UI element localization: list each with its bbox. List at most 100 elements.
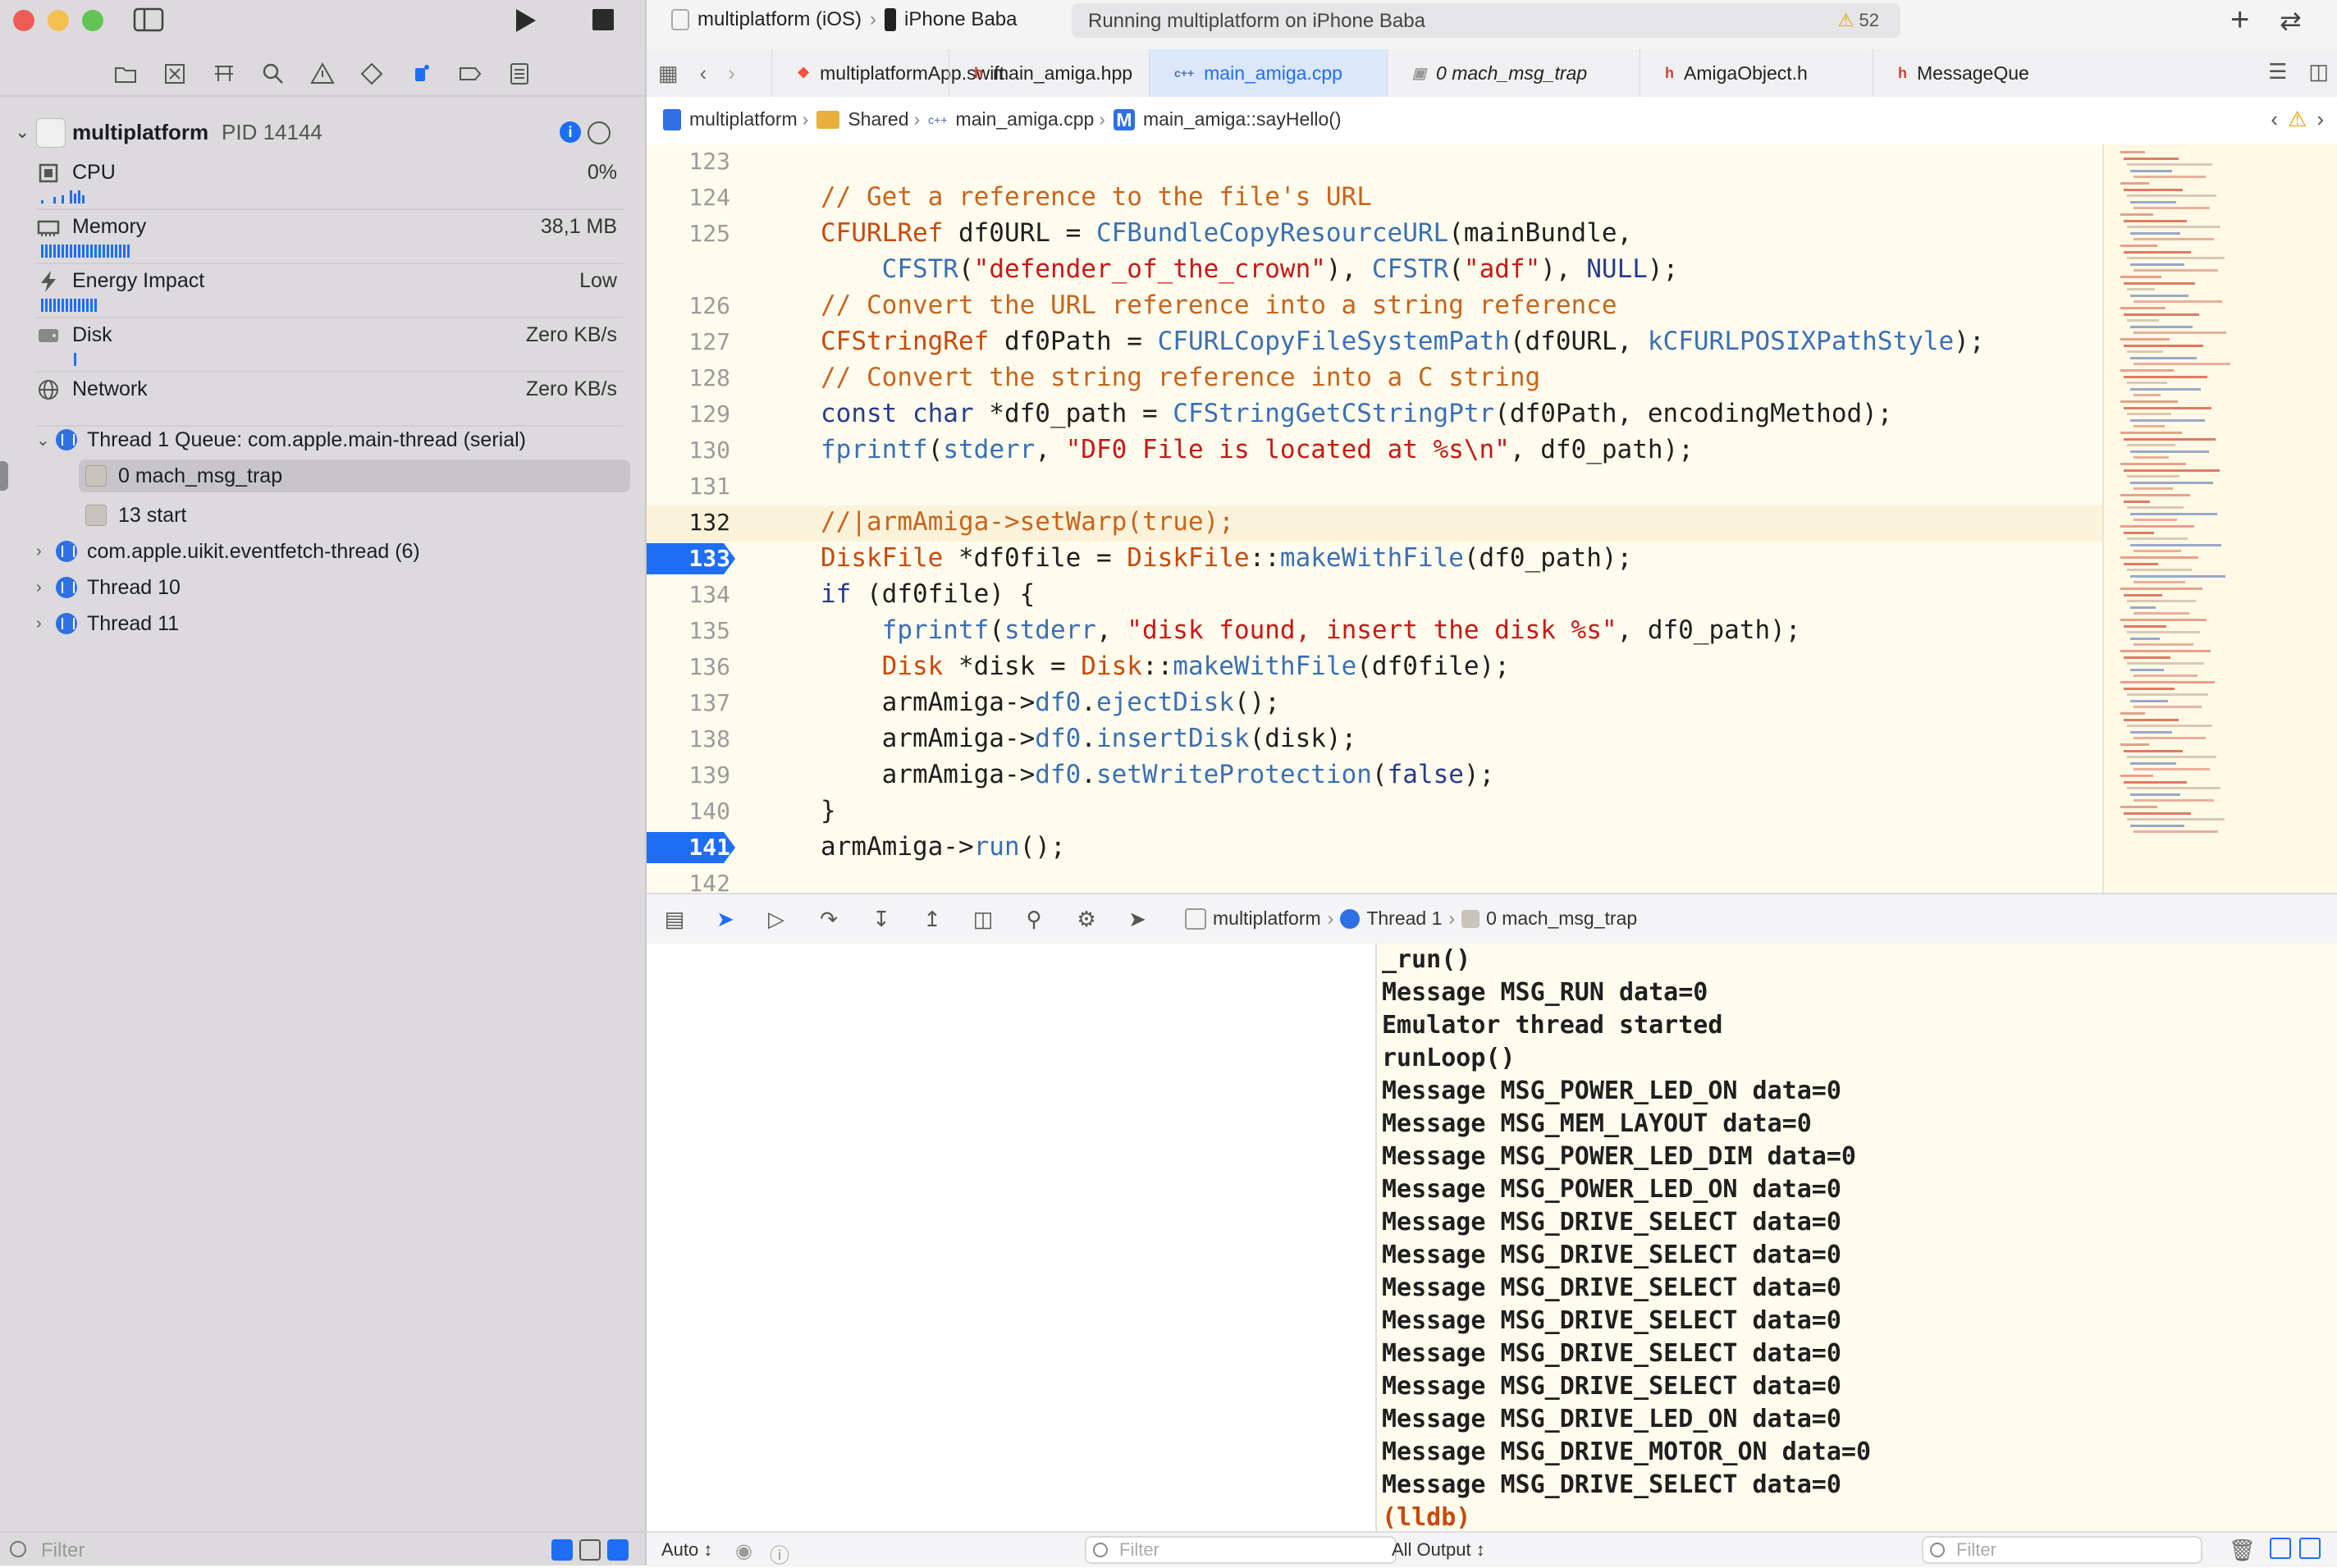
tab-multiplatformapp-swift[interactable]: ❖ multiplatformApp.swift: [771, 49, 1004, 97]
eye-icon[interactable]: ◉: [735, 1539, 752, 1563]
previous-issue-icon[interactable]: ‹: [2271, 107, 2278, 132]
stack-frame[interactable]: 13 start: [85, 499, 186, 532]
project-navigator-icon[interactable]: [108, 57, 143, 90]
breadcrumb-group[interactable]: Shared: [848, 108, 908, 130]
issue-navigator-icon[interactable]: [305, 57, 340, 90]
back-icon[interactable]: ‹: [700, 61, 707, 86]
trash-icon[interactable]: 🗑: [2229, 1538, 2256, 1563]
hide-debug-area-icon[interactable]: ▤: [663, 907, 686, 930]
next-issue-icon[interactable]: ›: [2316, 107, 2324, 132]
debug-navigator-icon[interactable]: [404, 57, 438, 90]
process-row[interactable]: ⌄ multiplatform PID 14144 i: [0, 115, 645, 151]
output-scope-select[interactable]: All Output ↕: [1392, 1539, 1485, 1561]
lldb-prompt[interactable]: (lldb): [1377, 1502, 2337, 1531]
minimap-line: [2130, 668, 2164, 671]
minimap-line: [2130, 263, 2184, 266]
step-into-icon[interactable]: ↧: [870, 907, 893, 930]
source-control-navigator-icon[interactable]: [158, 57, 192, 90]
console-filter-input[interactable]: Filter: [1922, 1536, 2202, 1564]
simulate-location-icon[interactable]: ➤: [1126, 907, 1149, 930]
zoom-window-button[interactable]: [82, 10, 103, 31]
line-number: 137: [688, 689, 730, 716]
debug-breadcrumb[interactable]: multiplatform › Thread 1 › 0 mach_msg_tr…: [1185, 907, 1637, 930]
thread-row-eventfetch[interactable]: › com.apple.uikit.eventfetch-thread (6): [36, 535, 420, 568]
warnings-badge[interactable]: ⚠ 52: [1838, 10, 1879, 31]
breadcrumb-method[interactable]: main_amiga::sayHello(): [1143, 108, 1342, 130]
jump-bar-path[interactable]: multiplatform › Shared › c++ main_amiga.…: [663, 108, 1342, 130]
info-icon[interactable]: ⓘ: [770, 1539, 789, 1568]
library-add-icon[interactable]: +: [2230, 2, 2249, 39]
info-icon[interactable]: i: [560, 121, 581, 143]
variables-view[interactable]: [647, 944, 1377, 1531]
debug-process[interactable]: multiplatform: [1213, 907, 1321, 930]
thread-filter-icon[interactable]: [579, 1539, 601, 1561]
variables-scope-select[interactable]: Auto ↕: [661, 1539, 712, 1561]
related-items-icon[interactable]: ▦: [658, 61, 679, 86]
view-hierarchy-icon[interactable]: ◫: [972, 907, 995, 930]
report-navigator-icon[interactable]: [502, 57, 537, 90]
activity-view[interactable]: Running multiplatform on iPhone Baba ⚠ 5…: [1072, 3, 1900, 38]
stop-icon[interactable]: [592, 9, 614, 30]
console-output[interactable]: _run() Message MSG_RUN data=0 Emulator thr…: [1377, 944, 2337, 1531]
tab-main-amiga-cpp[interactable]: c++ main_amiga.cpp: [1149, 49, 1387, 97]
chevron-right-icon[interactable]: ›: [36, 542, 56, 561]
source-editor[interactable]: 123 124 // Get a reference to the file's …: [647, 144, 2104, 893]
close-window-button[interactable]: [13, 10, 34, 31]
chevron-down-icon[interactable]: ⌄: [15, 121, 30, 143]
memory-graph-icon[interactable]: ⚲: [1022, 907, 1045, 930]
navigator-filter[interactable]: Filter: [0, 1531, 645, 1567]
breakpoint-navigator-icon[interactable]: [453, 57, 487, 90]
thread-row-1[interactable]: ⌄ Thread 1 Queue: com.apple.main-thread …: [36, 423, 526, 456]
gauge-network[interactable]: Network Zero KB/s: [36, 371, 624, 427]
thread-row-11[interactable]: › Thread 11: [36, 607, 179, 640]
step-out-icon[interactable]: ↥: [921, 907, 944, 930]
navigator-tab-bar: [0, 53, 645, 97]
debug-frame[interactable]: 0 mach_msg_trap: [1486, 907, 1637, 930]
gauge-memory[interactable]: Memory 38,1 MB: [36, 208, 624, 264]
tab-main-amiga-hpp[interactable]: h main_amiga.hpp: [949, 49, 1149, 97]
gauge-energy[interactable]: Energy Impact Low: [36, 263, 624, 318]
breadcrumb-project[interactable]: multiplatform: [689, 108, 798, 130]
minimize-window-button[interactable]: [48, 10, 69, 31]
find-navigator-icon[interactable]: [256, 57, 290, 90]
environment-overrides-icon[interactable]: ⚙: [1075, 907, 1098, 930]
chevron-right-icon: ›: [870, 8, 877, 30]
tab-messagequeue[interactable]: h MessageQue: [1873, 49, 2037, 97]
forward-icon[interactable]: ›: [728, 61, 735, 86]
frames-filter-icon[interactable]: [607, 1539, 629, 1561]
sidebar-toggle-icon[interactable]: [133, 7, 164, 33]
chevron-right-icon[interactable]: ›: [36, 615, 56, 633]
warning-icon[interactable]: ⚠: [2288, 107, 2307, 132]
code-line: 125 CFURLRef df0URL = CFBundleCopyResourc…: [647, 217, 2104, 253]
symbol-navigator-icon[interactable]: [207, 57, 241, 90]
gauge-disk[interactable]: Disk Zero KB/s: [36, 317, 624, 373]
minimap-line: [2120, 712, 2145, 715]
continue-icon[interactable]: ▷: [765, 907, 788, 930]
minimap-line: [2124, 500, 2150, 503]
test-navigator-icon[interactable]: [354, 57, 389, 90]
debug-thread[interactable]: Thread 1: [1366, 907, 1442, 930]
show-console-icon[interactable]: [2299, 1538, 2321, 1559]
chevron-right-icon[interactable]: ›: [36, 578, 56, 597]
editor-options-icon[interactable]: ☰: [2268, 59, 2287, 85]
breakpoints-toggle-icon[interactable]: ➤: [714, 907, 737, 930]
frame-icon: [85, 505, 107, 526]
stack-frame-selected[interactable]: 0 mach_msg_trap: [79, 459, 630, 492]
variables-filter-input[interactable]: Filter: [1085, 1536, 1397, 1564]
tab-mach-msg-trap[interactable]: ▣ 0 mach_msg_trap: [1387, 49, 1640, 97]
gauge-options-icon[interactable]: [588, 121, 611, 144]
chevron-down-icon[interactable]: ⌄: [36, 430, 56, 450]
crashed-threads-filter-icon[interactable]: [551, 1539, 573, 1561]
code-review-icon[interactable]: ⇄: [2280, 5, 2302, 36]
split-editor-icon[interactable]: ◫: [2308, 59, 2329, 85]
show-variables-icon[interactable]: [2270, 1538, 2291, 1559]
gauge-cpu[interactable]: CPU 0%: [36, 154, 624, 210]
scheme-selector[interactable]: multiplatform (iOS) › iPhone Baba: [671, 8, 1017, 31]
minimap[interactable]: [2102, 144, 2337, 893]
breadcrumb-file[interactable]: main_amiga.cpp: [956, 108, 1095, 130]
tab-amigaobject-h[interactable]: h AmigaObject.h: [1640, 49, 1873, 97]
thread-row-10[interactable]: › Thread 10: [36, 571, 181, 604]
step-over-icon[interactable]: ↷: [817, 907, 840, 930]
run-icon[interactable]: [510, 7, 538, 34]
frame-icon: ▣: [1412, 64, 1427, 81]
